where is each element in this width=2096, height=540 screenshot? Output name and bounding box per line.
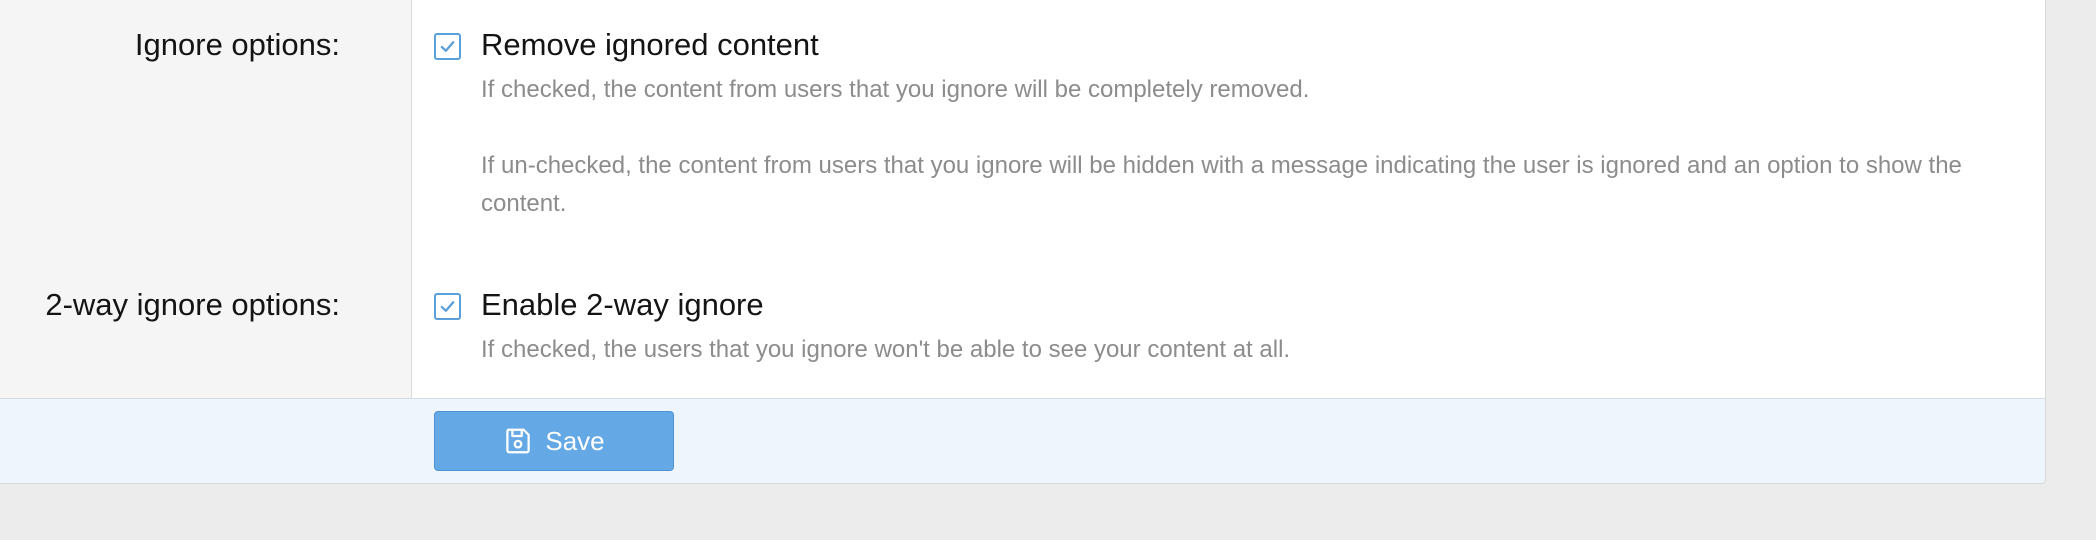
two-way-ignore-options-label: 2-way ignore options: bbox=[45, 287, 340, 322]
remove-ignored-content-hint-unchecked: If un-checked, the content from users th… bbox=[481, 152, 1962, 217]
save-icon bbox=[506, 428, 531, 454]
checkmark-icon bbox=[440, 301, 455, 312]
preferences-panel: Ignore options: Remove ignored content I… bbox=[0, 0, 2046, 484]
enable-two-way-ignore-hint: If checked, the users that you ignore wo… bbox=[481, 336, 1291, 363]
save-button[interactable]: Save bbox=[434, 411, 674, 471]
remove-ignored-content-hint-checked: If checked, the content from users that … bbox=[481, 76, 1310, 103]
enable-two-way-ignore-label[interactable]: Enable 2-way ignore bbox=[481, 287, 764, 323]
ignore-options-label: Ignore options: bbox=[134, 27, 340, 62]
enable-two-way-ignore-checkbox[interactable] bbox=[434, 293, 461, 320]
checkmark-icon bbox=[440, 41, 455, 52]
remove-ignored-content-checkbox[interactable] bbox=[434, 33, 461, 60]
form-footer: Save bbox=[0, 398, 2045, 483]
remove-ignored-content-label[interactable]: Remove ignored content bbox=[481, 27, 819, 63]
save-button-label: Save bbox=[545, 425, 605, 456]
